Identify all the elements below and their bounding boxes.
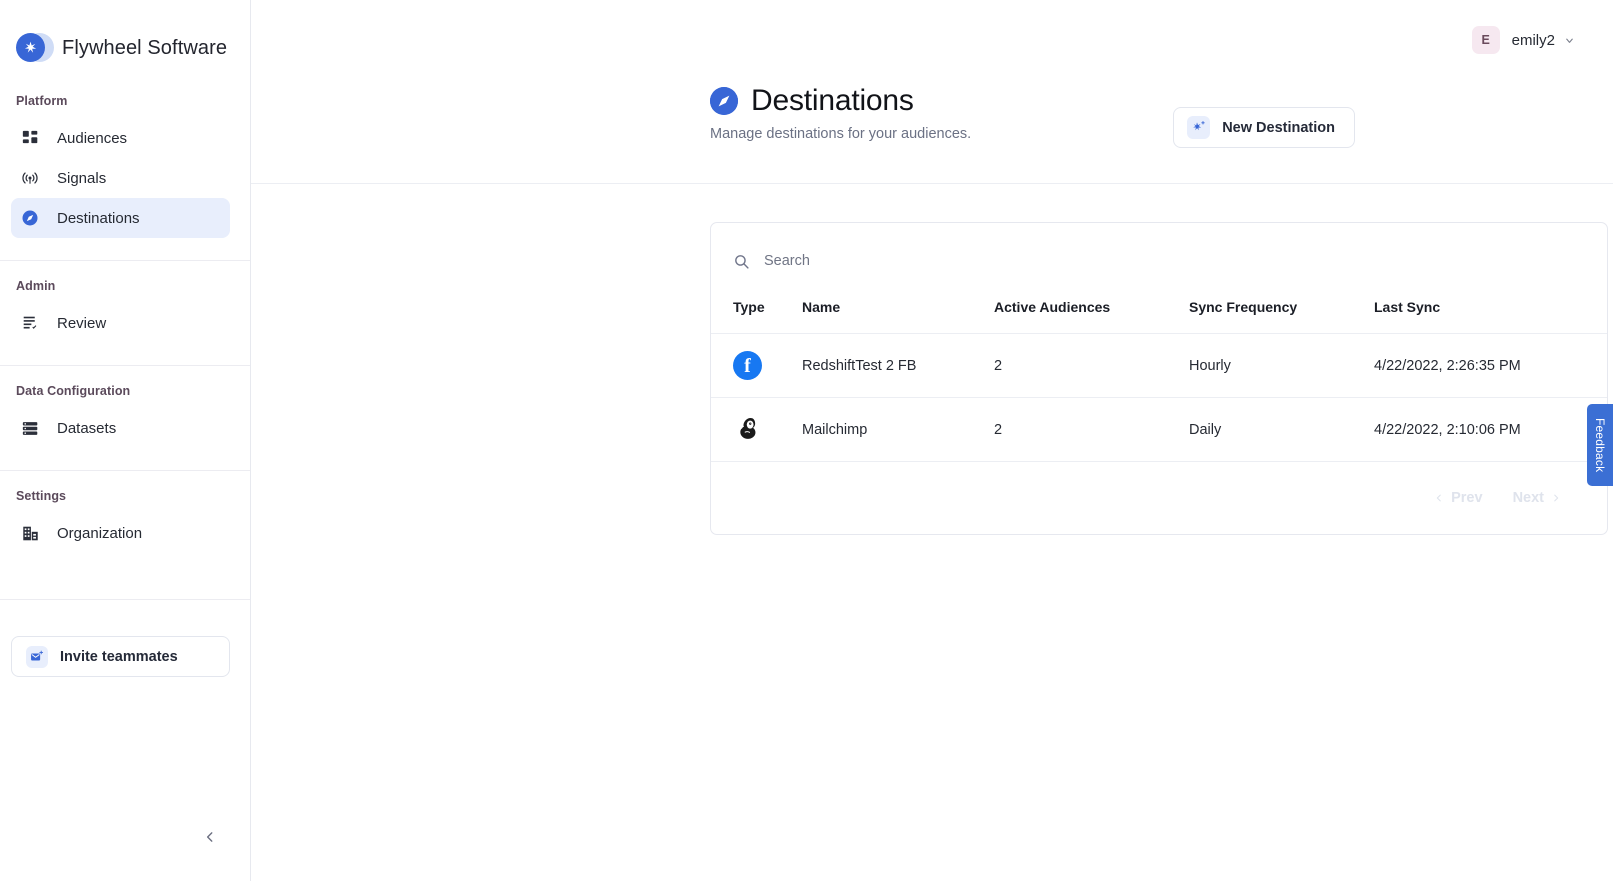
sidebar-item-label: Signals — [57, 169, 107, 187]
sidebar-section-settings: Settings Organization — [0, 471, 250, 575]
compass-icon — [20, 208, 40, 228]
sidebar-item-signals[interactable]: Signals — [11, 158, 230, 198]
main-content: E emily2 Destinations Manage destination… — [251, 0, 1613, 881]
chevron-left-icon — [206, 832, 213, 842]
cell-last-sync: 4/22/2022, 2:26:35 PM — [1374, 333, 1607, 398]
page-subtitle: Manage destinations for your audiences. — [710, 126, 972, 142]
section-label-settings: Settings — [16, 489, 67, 503]
page-title-compass-icon — [710, 87, 738, 115]
sidebar-item-datasets[interactable]: Datasets — [11, 408, 230, 448]
new-destination-label: New Destination — [1222, 119, 1335, 136]
sidebar-item-label: Review — [57, 314, 107, 332]
cell-sync-frequency: Hourly — [1189, 333, 1374, 398]
page-header: Destinations Manage destinations for you… — [251, 84, 1613, 184]
column-header-sync-frequency: Sync Frequency — [1189, 299, 1374, 334]
prev-page-label: Prev — [1451, 490, 1483, 506]
sidebar-item-review[interactable]: Review — [11, 303, 230, 343]
broadcast-icon — [20, 168, 40, 188]
sidebar-section-admin: Admin Review — [0, 261, 250, 366]
cell-last-sync: 4/22/2022, 2:10:06 PM — [1374, 397, 1607, 462]
sidebar-item-label: Organization — [57, 524, 143, 542]
sidebar-section-data-configuration: Data Configuration Datasets — [0, 366, 250, 471]
cell-sync-frequency: Daily — [1189, 397, 1374, 462]
feedback-label: Feedback — [1593, 417, 1607, 473]
page-title: Destinations — [751, 84, 914, 117]
section-label-admin: Admin — [16, 279, 56, 293]
sidebar-item-label: Datasets — [57, 419, 117, 437]
checklist-icon — [20, 313, 40, 333]
content-area: Type Name Active Audiences Sync Frequenc… — [251, 184, 1613, 535]
next-page-button[interactable]: Next — [1513, 490, 1561, 506]
destinations-table: Type Name Active Audiences Sync Frequenc… — [711, 299, 1607, 462]
sparkle-plus-icon — [1187, 116, 1211, 139]
brand-name: Flywheel Software — [62, 36, 228, 59]
search-icon — [735, 254, 749, 269]
chevron-left-icon — [1436, 494, 1441, 502]
database-list-icon — [20, 418, 40, 438]
topbar: E emily2 — [251, 0, 1613, 84]
table-row[interactable]: f RedshiftTest 2 FB 2 Hourly 4/22/2022, … — [711, 333, 1607, 398]
column-header-type: Type — [711, 299, 802, 334]
star-burst-icon — [24, 41, 37, 53]
table-header-row: Type Name Active Audiences Sync Frequenc… — [711, 299, 1607, 334]
next-page-label: Next — [1512, 490, 1544, 506]
section-label-data-configuration: Data Configuration — [16, 384, 131, 398]
cell-name: Mailchimp — [802, 397, 994, 462]
column-header-last-sync: Last Sync — [1374, 299, 1607, 334]
chevron-down-icon — [1566, 38, 1573, 43]
search-input[interactable] — [764, 253, 1064, 269]
prev-page-button[interactable]: Prev — [1434, 490, 1483, 506]
sidebar-item-audiences[interactable]: Audiences — [11, 118, 230, 158]
facebook-icon: f — [733, 351, 762, 380]
table-row[interactable]: Mailchimp 2 Daily 4/22/2022, 2:10:06 PM — [711, 397, 1607, 462]
column-header-active-audiences: Active Audiences — [994, 299, 1189, 334]
sidebar-item-destinations[interactable]: Destinations — [11, 198, 230, 238]
invite-section: Invite teammates — [0, 599, 250, 677]
user-name: emily2 — [1511, 31, 1555, 49]
section-label-platform: Platform — [16, 94, 68, 108]
pagination: Prev Next — [711, 462, 1607, 534]
envelope-plus-icon — [26, 645, 48, 668]
brand[interactable]: Flywheel Software — [0, 0, 250, 76]
building-icon — [20, 523, 40, 543]
invite-teammates-label: Invite teammates — [60, 648, 178, 665]
sidebar: Flywheel Software Platform Audiences Sig… — [0, 0, 251, 881]
flywheel-logo-icon — [16, 31, 54, 65]
chevron-right-icon — [1554, 494, 1559, 502]
cell-active-audiences: 2 — [994, 333, 1189, 398]
column-header-name: Name — [802, 299, 994, 334]
sidebar-item-label: Destinations — [57, 209, 140, 227]
mailchimp-icon — [733, 417, 763, 447]
cell-active-audiences: 2 — [994, 397, 1189, 462]
sidebar-item-label: Audiences — [57, 129, 128, 147]
feedback-tab[interactable]: Feedback — [1587, 404, 1613, 486]
grid-icon — [20, 128, 40, 148]
new-destination-button[interactable]: New Destination — [1173, 107, 1355, 148]
search-row — [711, 223, 1607, 299]
sidebar-item-organization[interactable]: Organization — [11, 513, 230, 553]
user-menu[interactable]: E emily2 — [1471, 26, 1575, 54]
sidebar-section-platform: Platform Audiences Signals Destinations — [0, 76, 250, 261]
invite-teammates-button[interactable]: Invite teammates — [11, 636, 230, 677]
avatar: E — [1471, 26, 1500, 54]
destinations-card: Type Name Active Audiences Sync Frequenc… — [710, 222, 1608, 535]
cell-name: RedshiftTest 2 FB — [802, 333, 994, 398]
sidebar-collapse-button[interactable] — [198, 825, 222, 849]
